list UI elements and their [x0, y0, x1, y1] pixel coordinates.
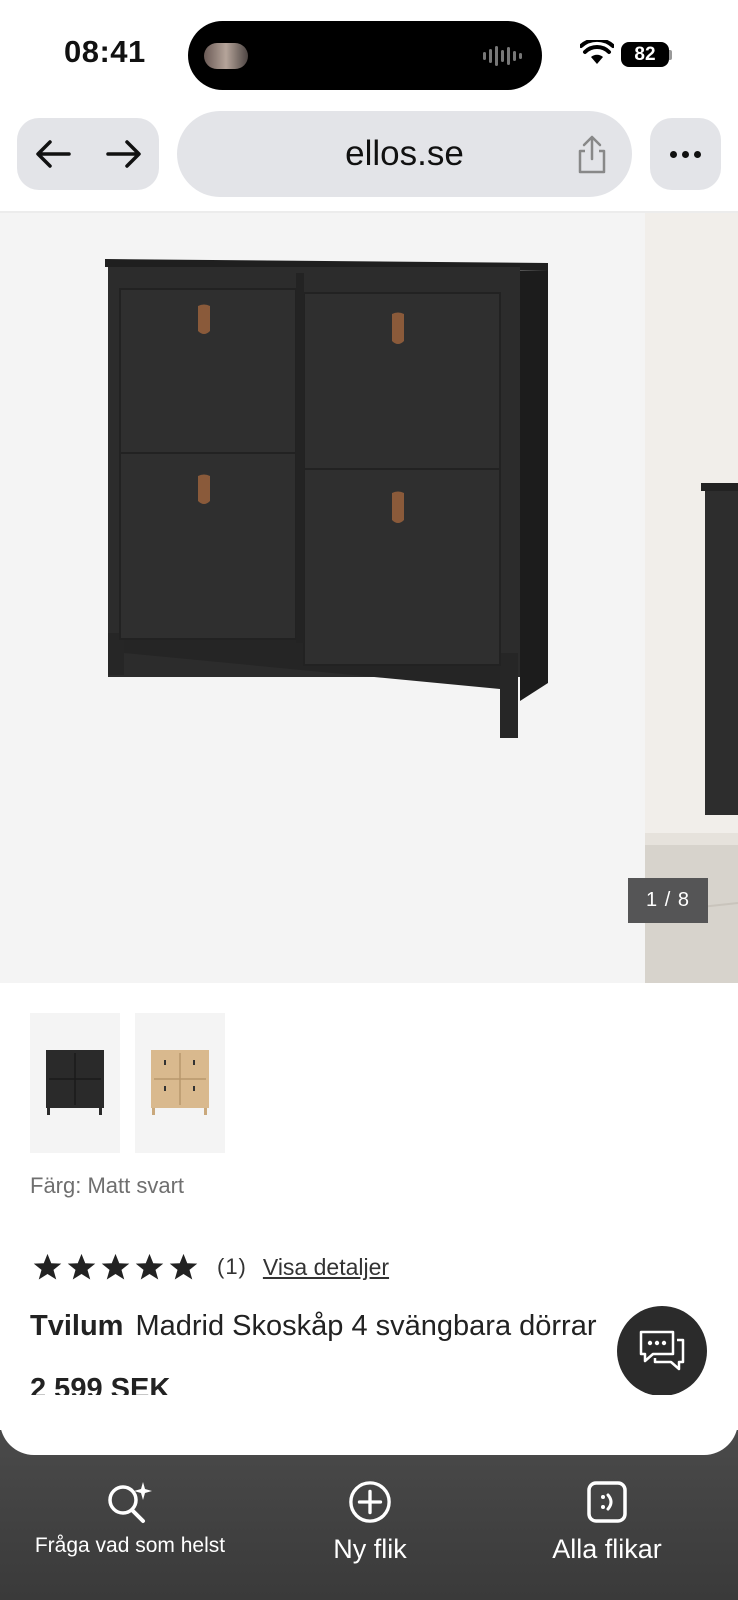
- more-dot: [694, 150, 701, 158]
- shoe-cabinet-image: [105, 259, 548, 738]
- audio-waveform-icon: [483, 45, 522, 67]
- color-thumbnail-oak[interactable]: [135, 1013, 225, 1153]
- dynamic-island: [188, 21, 542, 90]
- navigation-buttons: [17, 118, 159, 190]
- room-scene-image: [645, 213, 738, 983]
- star-icon: [67, 1253, 96, 1280]
- new-tab-label: Ny flik: [333, 1534, 407, 1564]
- product-title: Tvilum Madrid Skoskåp 4 svängbara dörrar: [30, 1310, 596, 1343]
- star-icon: [169, 1253, 198, 1280]
- share-icon[interactable]: [574, 135, 610, 175]
- star-rating: [32, 1252, 199, 1282]
- star-icon: [101, 1253, 130, 1280]
- plus-circle-icon: [349, 1481, 391, 1523]
- black-cabinet-thumbnail: [46, 1050, 104, 1115]
- star-icon: [135, 1253, 164, 1280]
- product-image-main[interactable]: [0, 213, 645, 983]
- address-bar[interactable]: ellos.se: [177, 111, 632, 197]
- new-tab-button[interactable]: Ny flik: [318, 1480, 422, 1565]
- back-button[interactable]: [17, 118, 88, 190]
- color-label: Färg: Matt svart: [30, 1173, 185, 1198]
- arrow-left-icon: [35, 140, 71, 168]
- search-sparkle-icon: [108, 1482, 152, 1523]
- chat-icon: [639, 1330, 685, 1371]
- product-name: Madrid Skoskåp 4 svängbara dörrar: [135, 1310, 597, 1342]
- content-card-edge: [0, 1395, 738, 1455]
- battery-indicator: 82: [621, 42, 669, 67]
- all-tabs-label: Alla flikar: [552, 1534, 662, 1564]
- rating-row: (1) Visa detaljer: [32, 1247, 389, 1287]
- battery-tip: [669, 50, 672, 60]
- details-link[interactable]: Visa detaljer: [263, 1254, 389, 1281]
- product-image-next[interactable]: [645, 213, 738, 983]
- all-tabs-button[interactable]: Alla flikar: [540, 1480, 674, 1565]
- more-dot: [670, 150, 677, 158]
- chat-button[interactable]: [617, 1306, 707, 1396]
- url-text: ellos.se: [345, 134, 464, 173]
- image-counter: 1 / 8: [628, 878, 708, 923]
- media-thumbnail: [204, 43, 248, 69]
- oak-cabinet-thumbnail: [151, 1050, 209, 1115]
- brand-name: Tvilum: [30, 1310, 124, 1342]
- wifi-icon: [580, 40, 614, 64]
- more-dot: [682, 150, 689, 158]
- forward-button[interactable]: [88, 118, 159, 190]
- ask-anything-label: Fråga vad som helst: [34, 1534, 226, 1557]
- star-icon: [33, 1253, 62, 1280]
- more-options-button[interactable]: [650, 118, 721, 190]
- status-bar: 08:41 82: [0, 0, 738, 106]
- color-thumbnail-black[interactable]: [30, 1013, 120, 1153]
- review-count: (1): [217, 1254, 247, 1279]
- product-image-gallery[interactable]: 1 / 8: [0, 213, 738, 983]
- status-time: 08:41: [64, 34, 146, 69]
- tabs-icon: [587, 1481, 627, 1523]
- arrow-right-icon: [105, 140, 141, 168]
- ask-anything-button[interactable]: Fråga vad som helst: [22, 1480, 238, 1558]
